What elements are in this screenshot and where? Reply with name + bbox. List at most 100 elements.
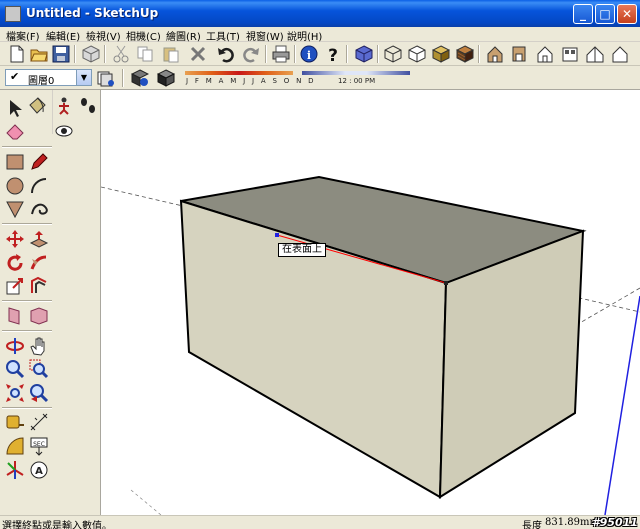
menu-view[interactable]: 檢視(V): [86, 28, 121, 43]
zoom-extents-icon[interactable]: [5, 383, 25, 403]
maximize-button[interactable]: □: [595, 4, 615, 24]
sketchup-app-icon[interactable]: [5, 6, 21, 22]
measurement-label: 長度: [522, 521, 542, 529]
outer-shell-icon[interactable]: [29, 306, 49, 326]
menu-draw[interactable]: 繪圖(R): [166, 28, 201, 43]
help-icon[interactable]: ?: [324, 45, 342, 63]
layer-select[interactable]: ✔ 圖層0 ▼: [5, 69, 92, 87]
layer-manager-icon[interactable]: [97, 69, 115, 87]
inference-tooltip: 在表面上: [278, 243, 326, 257]
eraser-icon[interactable]: [5, 121, 25, 141]
axes-icon[interactable]: [5, 460, 25, 480]
iso-view-icon[interactable]: [355, 45, 373, 63]
offset-icon[interactable]: [29, 276, 49, 296]
tool-palette: SEC A: [0, 90, 101, 515]
end-point-marker: [444, 281, 448, 285]
dimension-icon[interactable]: [29, 412, 49, 432]
select-arrow-icon[interactable]: [5, 98, 25, 118]
minimize-button[interactable]: _: [573, 4, 593, 24]
paste-icon[interactable]: [162, 45, 180, 63]
push-pull-icon[interactable]: [29, 229, 49, 249]
menu-help[interactable]: 說明(H): [287, 28, 322, 43]
polygon-icon[interactable]: [5, 199, 25, 219]
rectangle-icon[interactable]: [5, 152, 25, 172]
front-view-icon[interactable]: [536, 45, 554, 63]
standard-toolbar: i ?: [0, 42, 640, 66]
undo-icon[interactable]: [217, 45, 235, 63]
make-component-icon[interactable]: [82, 45, 100, 63]
blue-axis: [604, 295, 640, 516]
zoom-window-icon[interactable]: [29, 359, 49, 379]
wireframe-icon[interactable]: [384, 45, 402, 63]
cut-icon[interactable]: [112, 45, 130, 63]
menu-bar: 檔案(F) 編輯(E) 檢視(V) 相機(C) 繪圖(R) 工具(T) 視窗(W…: [0, 27, 640, 43]
protractor-icon[interactable]: [5, 436, 25, 456]
shadow-settings-icon[interactable]: [131, 69, 149, 87]
open-file-icon[interactable]: [30, 45, 48, 63]
svg-text:A: A: [35, 466, 43, 477]
section-plane-icon[interactable]: SEC: [29, 436, 49, 456]
menu-tools[interactable]: 工具(T): [206, 28, 240, 43]
measurement-value-box[interactable]: 831.89mm: [545, 517, 599, 528]
footprints-icon[interactable]: [78, 96, 98, 116]
circle-icon[interactable]: [5, 176, 25, 196]
print-icon[interactable]: [272, 45, 290, 63]
svg-text:?: ?: [328, 46, 338, 63]
iso-house-view-icon[interactable]: [486, 45, 504, 63]
title-bar[interactable]: Untitled - SketchUp _ □ ✕: [0, 0, 640, 27]
green-axis-lower: [130, 489, 162, 516]
right-view-icon[interactable]: [561, 45, 579, 63]
textured-icon[interactable]: [456, 45, 474, 63]
time-label: 12 : 00 PM: [338, 77, 376, 85]
menu-edit[interactable]: 編輯(E): [46, 28, 80, 43]
shadow-time-slider[interactable]: 12 : 00 PM: [302, 69, 410, 87]
scale-icon[interactable]: [5, 276, 25, 296]
close-button[interactable]: ✕: [617, 4, 637, 24]
back-view-icon[interactable]: [586, 45, 604, 63]
status-message: 選擇終點或是輸入數值。: [2, 521, 112, 529]
3d-text-icon[interactable]: A: [29, 460, 49, 480]
chevron-down-icon[interactable]: ▼: [76, 70, 91, 85]
redo-icon[interactable]: [242, 45, 260, 63]
orbit-icon[interactable]: [5, 336, 25, 356]
zoom-icon[interactable]: [5, 359, 25, 379]
window-title: Untitled - SketchUp: [26, 6, 159, 20]
pan-hand-icon[interactable]: [29, 336, 49, 356]
svg-text:SEC: SEC: [33, 441, 45, 448]
paint-bucket-icon[interactable]: [27, 96, 47, 116]
display-shadows-icon[interactable]: [157, 69, 175, 87]
menu-file[interactable]: 檔案(F): [6, 28, 40, 43]
shadow-date-slider[interactable]: J F M A M J J A S O N D: [185, 69, 314, 87]
layers-shadows-toolbar: ✔ 圖層0 ▼ J F M A M J J A S O N D 12 : 00 …: [0, 66, 640, 90]
copy-icon[interactable]: [136, 45, 154, 63]
save-icon[interactable]: [52, 45, 70, 63]
svg-text:i: i: [307, 49, 311, 62]
follow-me-icon[interactable]: [29, 253, 49, 273]
sketchup-window: Untitled - SketchUp _ □ ✕ 檔案(F) 編輯(E) 檢視…: [0, 0, 640, 529]
walk-icon[interactable]: [54, 96, 74, 116]
line-pencil-icon[interactable]: [29, 152, 49, 172]
model-canvas[interactable]: [100, 90, 640, 516]
menu-window[interactable]: 視窗(W): [246, 28, 284, 43]
tape-measure-icon[interactable]: [5, 412, 25, 432]
hidden-line-icon[interactable]: [408, 45, 426, 63]
move-icon[interactable]: [5, 229, 25, 249]
drawing-viewport[interactable]: 在表面上: [100, 90, 640, 516]
previous-view-icon[interactable]: [29, 383, 49, 403]
menu-camera[interactable]: 相機(C): [126, 28, 161, 43]
watermark: #95011: [592, 516, 638, 529]
look-around-eye-icon[interactable]: [54, 121, 74, 141]
shaded-icon[interactable]: [432, 45, 450, 63]
model-info-icon[interactable]: i: [300, 45, 318, 63]
start-point-marker: [275, 233, 279, 237]
rotate-icon[interactable]: [5, 253, 25, 273]
status-bar: 選擇終點或是輸入數值。 長度 831.89mm #95011: [0, 515, 640, 529]
new-file-icon[interactable]: [8, 45, 26, 63]
months-labels: J F M A M J J A S O N D: [186, 77, 316, 85]
erase-icon[interactable]: [189, 45, 207, 63]
arc-icon[interactable]: [29, 176, 49, 196]
top-view-icon[interactable]: [510, 45, 528, 63]
freehand-icon[interactable]: [29, 199, 49, 219]
intersect-icon[interactable]: [5, 306, 25, 326]
left-view-icon[interactable]: [611, 45, 629, 63]
